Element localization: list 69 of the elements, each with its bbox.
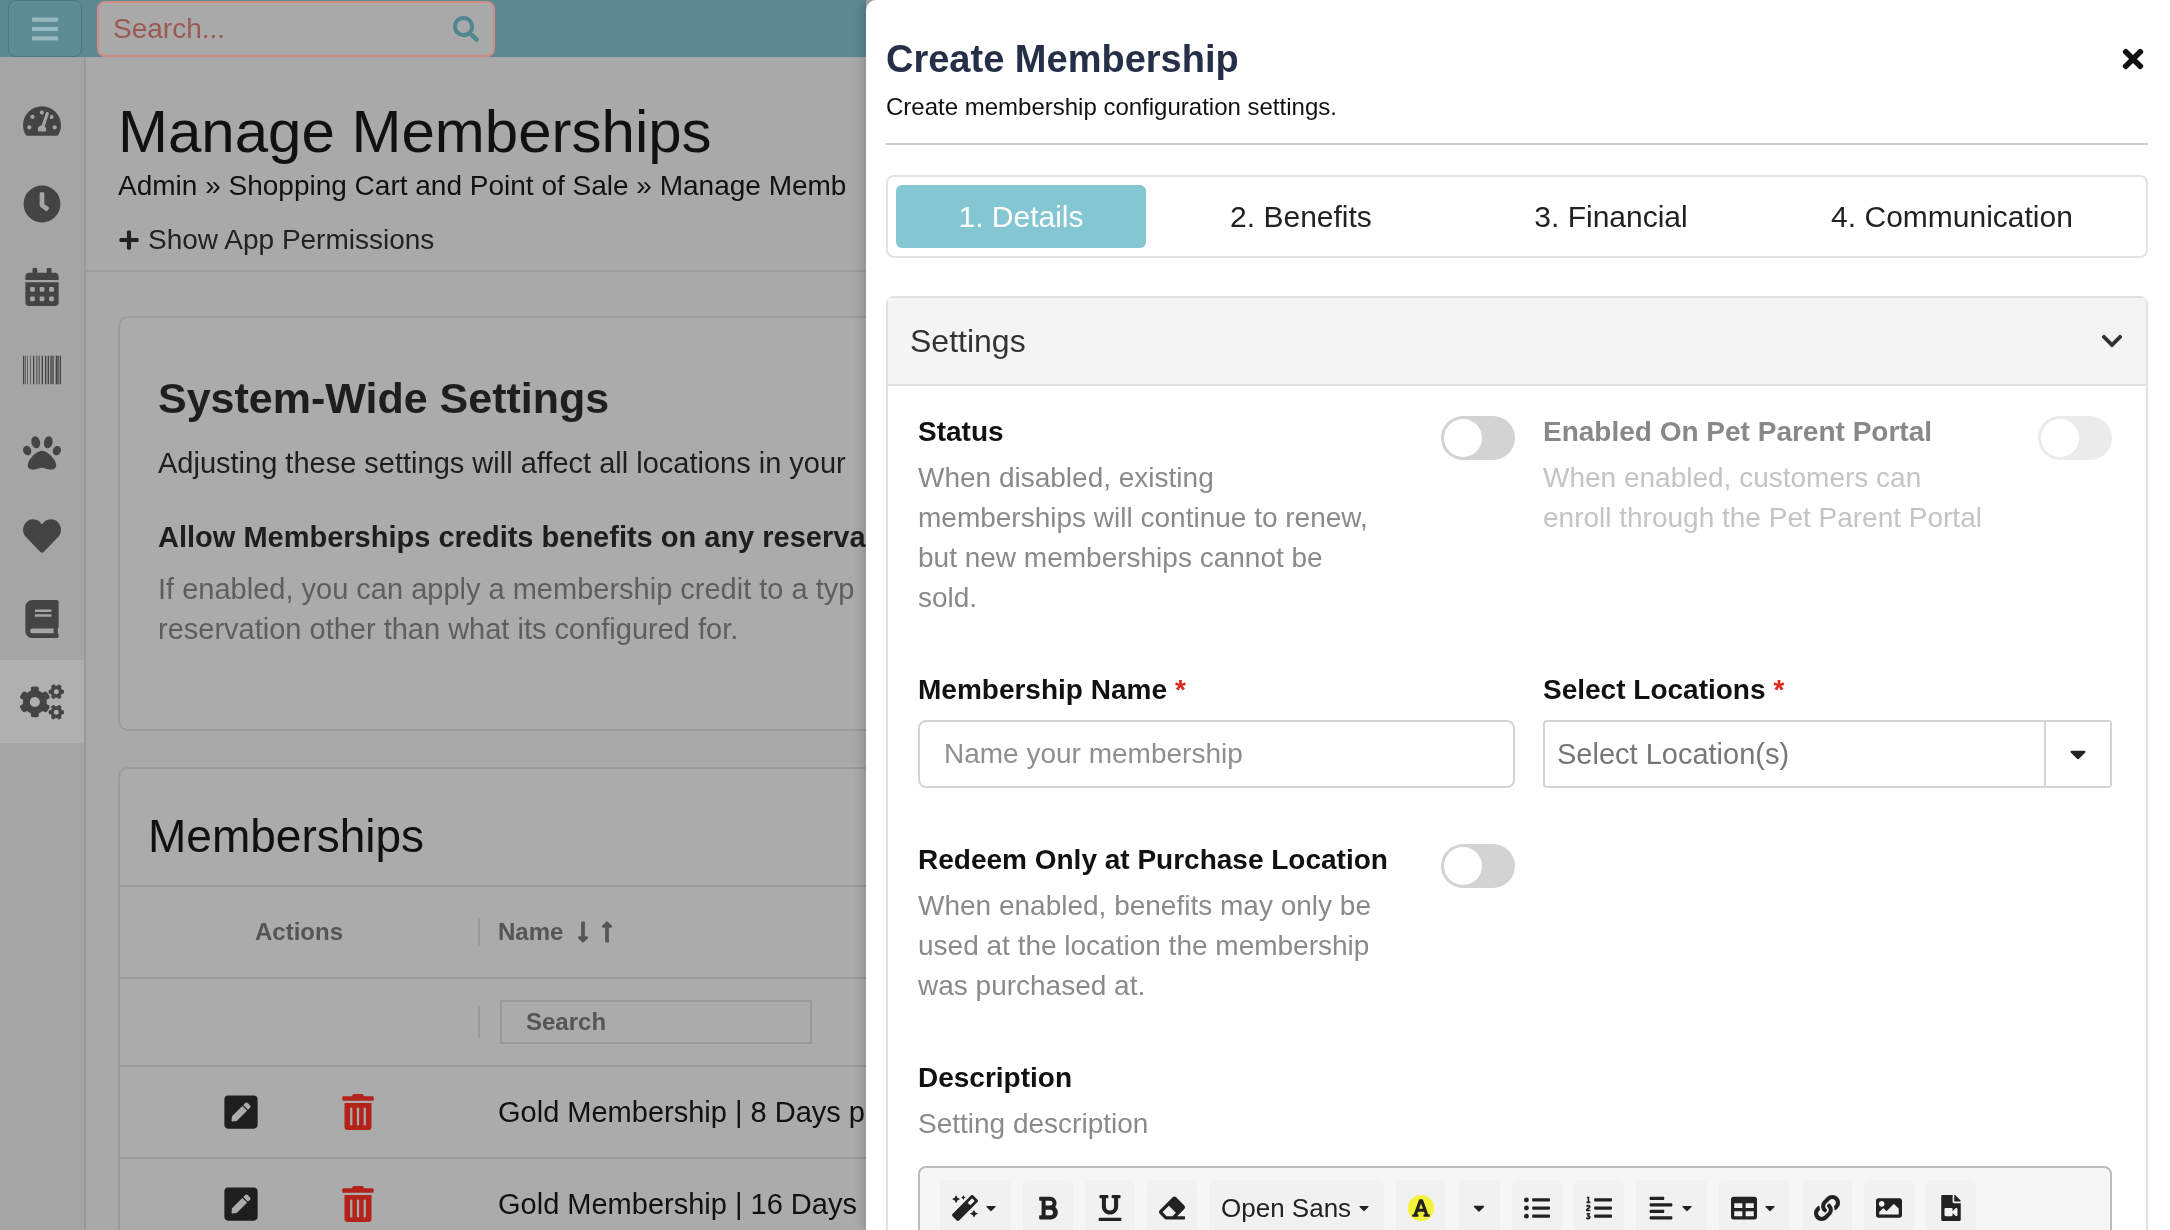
table-tool[interactable]: [1719, 1180, 1791, 1230]
sidebar-icon: [23, 599, 61, 638]
numbered-list-icon: [1586, 1195, 1613, 1221]
trash-icon[interactable]: [340, 1186, 376, 1222]
plus-icon: [118, 229, 140, 251]
align-left-icon: [1648, 1195, 1675, 1221]
field-label: Description: [918, 1062, 1074, 1094]
panel-subtitle: Create membership configuration settings.: [886, 93, 1338, 121]
video-tool[interactable]: [1926, 1180, 1977, 1230]
card-title: Memberships: [147, 809, 426, 864]
underline-icon: [1097, 1195, 1123, 1221]
link-icon: [1814, 1195, 1841, 1221]
eraser-tool[interactable]: [1147, 1180, 1197, 1230]
field-help: Setting description: [918, 1107, 1150, 1141]
table-cell-text: Gold Membership | 8 Days p: [497, 1095, 866, 1129]
step-tab[interactable]: 4. Communication: [1766, 185, 2138, 248]
panel-title: Create Membership: [886, 38, 1239, 81]
locations-select[interactable]: Select Location(s): [1543, 720, 2112, 788]
search-icon: [453, 15, 479, 42]
link-tool[interactable]: [1802, 1180, 1853, 1230]
sidebar-item[interactable]: [0, 660, 84, 743]
field-help: When enabled, customers can enroll through the Pet Parent Portal: [1543, 461, 1983, 535]
numbered-list-tool[interactable]: [1574, 1180, 1625, 1230]
style-tool[interactable]: [940, 1180, 1011, 1230]
search-field[interactable]: Search...: [97, 0, 495, 57]
table-icon: [1731, 1195, 1758, 1221]
section-header[interactable]: Settings: [888, 298, 2146, 386]
name-input-field[interactable]: Name your membership: [918, 720, 1515, 788]
align-tool[interactable]: [1636, 1180, 1708, 1230]
card-description: Adjusting these settings will affect all locations in your: [158, 446, 847, 481]
step-tab[interactable]: 2. Benefits: [1146, 185, 1456, 248]
edit-icon[interactable]: [222, 1093, 260, 1131]
field-label: Select Locations *: [1543, 674, 1786, 706]
setting-help: reservation other than what its configured for.: [158, 612, 740, 647]
sidebar-icon: [23, 267, 61, 306]
field-help: When disabled, existing memberships will continue to renew, but new memberships cannot be sold.: [918, 461, 1369, 615]
trash-icon[interactable]: [340, 1094, 376, 1130]
breadcrumb: Admin » Shopping Cart and Point of Sale » Manage Memb: [118, 170, 848, 202]
card-title: System-Wide Settings: [158, 374, 611, 423]
setting-label: Allow Memberships credits benefits on any reserva: [158, 520, 866, 555]
sidebar-icon: [23, 184, 61, 223]
sidebar-icon: [23, 516, 61, 555]
highlight-icon: [1408, 1195, 1435, 1221]
page-title: Manage Memberships: [118, 97, 713, 166]
field-label: Status: [918, 416, 1005, 448]
setting-help: If enabled, you can apply a membership credit to a typ: [158, 572, 856, 607]
image-tool[interactable]: [1864, 1180, 1915, 1230]
column-header: Actions: [254, 918, 344, 946]
field-label: Redeem Only at Purchase Location: [918, 844, 1388, 876]
show-permissions-link[interactable]: Show App Permissions: [148, 224, 435, 256]
toggle-switch[interactable]: [1441, 844, 1515, 888]
eraser-icon: [1159, 1195, 1185, 1221]
highlight-tool[interactable]: [1396, 1180, 1447, 1230]
edit-icon[interactable]: [222, 1185, 260, 1223]
bullet-list-icon: [1524, 1195, 1551, 1221]
bullet-list-tool[interactable]: [1512, 1180, 1563, 1230]
field-help: When enabled, benefits may only be used at the location the membership was purchased at.: [918, 889, 1372, 1003]
underline-tool[interactable]: [1085, 1180, 1135, 1230]
sidebar-icon: [23, 433, 61, 472]
toggle-switch[interactable]: [1441, 416, 1515, 460]
step-tab[interactable]: 3. Financial: [1456, 185, 1766, 248]
field-label: Membership Name *: [918, 674, 1187, 706]
magic-wand-icon: [952, 1195, 978, 1221]
font-dropdown[interactable]: Open Sans: [1209, 1180, 1385, 1230]
name-filter-field[interactable]: Search: [500, 1000, 812, 1044]
image-icon: [1876, 1195, 1903, 1221]
table-cell-text: Gold Membership | 16 Days: [497, 1187, 858, 1221]
field-label: Enabled On Pet Parent Portal: [1543, 416, 1933, 448]
bold-tool[interactable]: [1023, 1180, 1073, 1230]
